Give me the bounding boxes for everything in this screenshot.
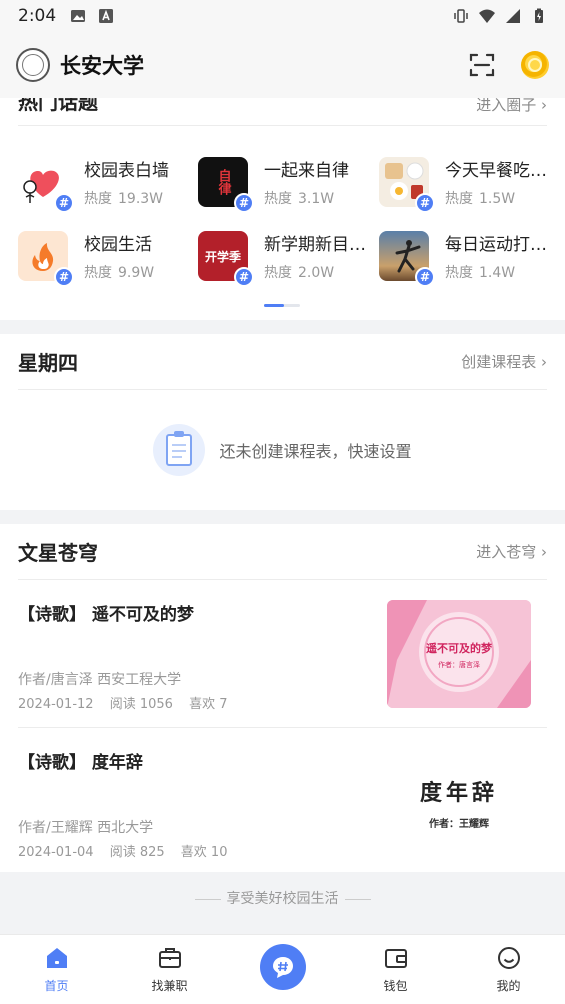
topic-item[interactable]: # 今天早餐吃… 热度 1.5W: [379, 154, 559, 213]
article-reads: 阅读 825: [109, 845, 165, 860]
schedule-empty-state[interactable]: 还未创建课程表，快速设置: [0, 390, 565, 510]
topic-item[interactable]: 开学季 # 新学期新目… 热度 2.0W: [198, 228, 378, 287]
signal-icon: [506, 9, 520, 23]
font-app-icon: [99, 9, 114, 23]
article-date: 2024-01-04: [18, 845, 94, 860]
topic-hash-badge: #: [415, 267, 435, 287]
article-author: 作者/王耀辉 西北大学: [18, 820, 154, 836]
cover-title: 遥不可及的梦: [426, 642, 492, 655]
stars-title: 文星苍穹: [18, 541, 98, 565]
topic-name: 新学期新目…: [264, 235, 366, 255]
topic-hash-badge: #: [234, 267, 254, 287]
wifi-icon: [479, 9, 495, 23]
article-reads: 阅读 1056: [109, 697, 173, 712]
topic-thumb: 自律 #: [198, 157, 254, 213]
nav-wallet[interactable]: 钱包: [339, 935, 452, 1004]
nav-mine[interactable]: 我的: [452, 935, 565, 1004]
enter-stars-link[interactable]: 进入苍穹 ›: [476, 541, 547, 562]
article-date: 2024-01-12: [18, 697, 94, 712]
status-left-icons: [70, 8, 114, 24]
topic-heat: 热度 2.0W: [264, 265, 335, 281]
topic-heat: 热度 9.9W: [84, 265, 155, 281]
topic-hash-badge: #: [54, 267, 74, 287]
article-item[interactable]: 【诗歌】 度年辞 作者/王耀辉 西北大学 2024-01-04 阅读 825 喜…: [18, 728, 547, 876]
footer-slogan: 享受美好校园生活: [0, 888, 565, 908]
article-title: 【诗歌】 度年辞: [18, 753, 143, 773]
topic-heat: 热度 1.4W: [445, 265, 516, 281]
topic-thumb: #: [379, 231, 435, 287]
topic-thumb: #: [379, 157, 435, 213]
app-header: 长安大学: [0, 32, 565, 98]
article-likes: 喜欢 7: [189, 697, 228, 712]
topic-name: 今天早餐吃…: [445, 161, 547, 181]
article-cover: 度年辞 作者：王耀辉: [387, 748, 531, 856]
feed-scroll[interactable]: 热门话题 进入圈子 › # 校园表白墙 热度 19.3W 自律 # 一起来自律 …: [0, 98, 565, 934]
topic-heat: 热度 19.3W: [84, 191, 164, 207]
bottom-nav: 首页 找兼职 钱包 我的: [0, 934, 565, 1004]
cover-title: 度年辞: [419, 780, 498, 806]
header-title: 长安大学: [60, 54, 144, 78]
nav-jobs-label: 找兼职: [151, 979, 188, 993]
status-right-icons: [453, 8, 547, 24]
topic-item[interactable]: 自律 # 一起来自律 热度 3.1W: [198, 154, 378, 213]
topic-hash-badge: #: [415, 193, 435, 213]
clipboard-icon: [153, 424, 206, 476]
topic-name: 校园表白墙: [84, 161, 169, 181]
hot-topics-header: 热门话题 进入圈子 ›: [18, 98, 547, 126]
article-author: 作者/唐言泽 西安工程大学: [18, 672, 182, 688]
topic-name: 每日运动打…: [445, 235, 547, 255]
battery-icon: [535, 8, 543, 23]
topics-pager: [264, 304, 300, 307]
topic-thumb-text: 自律: [215, 169, 231, 195]
wallet-icon: [384, 949, 407, 968]
topic-item[interactable]: # 每日运动打… 热度 1.4W: [379, 228, 559, 287]
article-likes: 喜欢 10: [180, 845, 228, 860]
stars-section: 文星苍穹 进入苍穹 › 【诗歌】 遥不可及的梦 作者/唐言泽 西安工程大学 20…: [0, 524, 565, 872]
scan-icon[interactable]: [469, 52, 495, 78]
chat-hash-icon: [272, 956, 293, 978]
article-item[interactable]: 【诗歌】 遥不可及的梦 作者/唐言泽 西安工程大学 2024-01-12 阅读 …: [18, 580, 547, 728]
topic-hash-badge: #: [54, 193, 74, 213]
topic-name: 校园生活: [84, 235, 152, 255]
hot-topics-section: 热门话题 进入圈子 › # 校园表白墙 热度 19.3W 自律 # 一起来自律 …: [0, 98, 565, 320]
university-logo: [16, 48, 50, 82]
coin-icon[interactable]: [521, 51, 549, 79]
topic-hash-badge: #: [234, 193, 254, 213]
nav-wallet-label: 钱包: [383, 979, 408, 993]
nav-center: [226, 935, 339, 1004]
topic-thumb: 开学季 #: [198, 231, 254, 287]
topic-item[interactable]: # 校园生活 热度 9.9W: [18, 228, 198, 287]
nav-home-label: 首页: [44, 979, 69, 993]
create-schedule-link[interactable]: 创建课程表 ›: [461, 351, 547, 372]
topic-heat: 热度 1.5W: [445, 191, 516, 207]
status-bar: 2:04: [0, 0, 565, 32]
enter-circle-link[interactable]: 进入圈子 ›: [476, 98, 547, 115]
schedule-day-title: 星期四: [18, 351, 78, 375]
article-stats: 2024-01-12 阅读 1056 喜欢 7: [18, 693, 239, 712]
vibrate-icon: [454, 9, 468, 23]
nav-jobs[interactable]: 找兼职: [113, 935, 226, 1004]
article-cover: 遥不可及的梦 作者：唐言泽: [387, 600, 531, 708]
schedule-empty-text: 还未创建课程表，快速设置: [219, 442, 412, 461]
topic-name: 一起来自律: [264, 161, 349, 181]
nav-home[interactable]: 首页: [0, 935, 113, 1004]
hot-topics-title: 热门话题: [18, 98, 98, 114]
topic-thumb-text: 开学季: [204, 249, 241, 264]
schedule-section: 星期四 创建课程表 › 还未创建课程表，快速设置: [0, 334, 565, 510]
topic-heat: 热度 3.1W: [264, 191, 335, 207]
briefcase-icon: [158, 948, 181, 968]
topic-item[interactable]: # 校园表白墙 热度 19.3W: [18, 154, 198, 213]
cover-author: 作者：王耀辉: [429, 818, 489, 830]
article-title: 【诗歌】 遥不可及的梦: [18, 605, 194, 625]
nav-mine-label: 我的: [496, 979, 521, 993]
image-icon: [71, 10, 86, 22]
topic-thumb: #: [18, 231, 74, 287]
smile-profile-icon: [497, 947, 520, 969]
cover-author: 作者：唐言泽: [438, 661, 480, 669]
article-stats: 2024-01-04 阅读 825 喜欢 10: [18, 841, 239, 860]
community-center-button[interactable]: [259, 943, 306, 990]
home-icon: [46, 948, 67, 968]
status-time: 2:04: [18, 6, 57, 26]
topic-thumb: #: [18, 157, 74, 213]
